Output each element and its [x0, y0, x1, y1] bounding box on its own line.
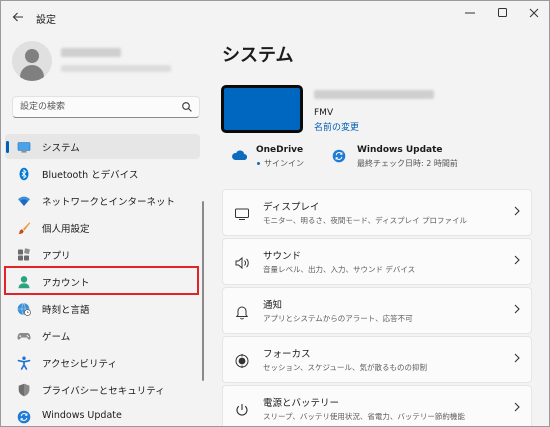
maximize-icon [498, 8, 507, 17]
sync-icon [17, 410, 31, 424]
apps-grid-icon [18, 248, 30, 261]
sound-card[interactable]: サウンド 音量レベル、出力、入力、サウンド デバイス [222, 238, 532, 285]
globe-clock-icon [17, 303, 31, 316]
card-subtitle: アプリとシステムからのアラート、応答不可 [263, 314, 413, 323]
close-button[interactable] [520, 4, 548, 22]
sidebar-item-accessibility[interactable]: アクセシビリティ [5, 350, 200, 375]
sync-icon [332, 149, 346, 163]
maximize-button[interactable] [489, 4, 517, 22]
card-title: 電源とバッテリー [263, 398, 340, 409]
card-title: フォーカス [263, 349, 311, 360]
chevron-right-icon [514, 402, 520, 412]
status-dot [257, 162, 260, 165]
minimize-icon [465, 12, 475, 14]
notifications-card[interactable]: 通知 アプリとシステムからのアラート、応答不可 [222, 287, 532, 334]
app-title: 設定 [36, 15, 56, 26]
sidebar-item-label: システム [42, 143, 80, 154]
account-email-redacted [61, 65, 171, 72]
sidebar-item-label: 時刻と言語 [42, 305, 90, 316]
sidebar-item-label: アクセシビリティ [42, 359, 117, 370]
sidebar-item-windows-update[interactable]: Windows Update [5, 404, 200, 426]
avatar[interactable] [12, 41, 52, 81]
card-subtitle: スリープ、バッテリ使用状況、省電力、バッテリー節約機能 [263, 412, 465, 421]
chevron-right-icon [514, 304, 520, 314]
page-title: システム [222, 45, 294, 66]
sidebar-item-gaming[interactable]: ゲーム [5, 323, 200, 348]
monitor-icon [17, 142, 31, 153]
card-subtitle: 音量レベル、出力、入力、サウンド デバイス [263, 265, 416, 274]
display-card[interactable]: ディスプレイ モニター、明るさ、夜間モード、ディスプレイ プロファイル [222, 189, 532, 236]
card-title: ディスプレイ [263, 202, 320, 213]
sidebar-item-label: 個人用設定 [42, 224, 90, 235]
power-icon [236, 404, 248, 416]
device-image [221, 85, 303, 133]
sidebar-item-label: ネットワークとインターネット [42, 197, 176, 208]
sidebar-item-time-language[interactable]: 時刻と言語 [5, 296, 200, 321]
speaker-icon [235, 256, 249, 270]
onedrive-status: サインイン [264, 159, 304, 168]
sidebar-item-privacy[interactable]: プライバシーとセキュリティ [5, 377, 200, 402]
card-title: 通知 [263, 300, 283, 311]
sidebar-item-apps[interactable]: アプリ [5, 242, 200, 267]
sidebar-item-label: ゲーム [42, 332, 71, 343]
gamepad-icon [17, 333, 31, 340]
cloud-icon [232, 150, 247, 161]
shield-icon [18, 383, 30, 397]
wifi-icon [18, 196, 30, 206]
search-box[interactable] [12, 96, 200, 118]
windows-update-title[interactable]: Windows Update [357, 145, 443, 155]
arrow-left-icon [12, 12, 23, 22]
search-input[interactable] [20, 100, 180, 114]
sidebar-item-personalization[interactable]: 個人用設定 [5, 215, 200, 240]
sidebar-item-bluetooth[interactable]: Bluetooth とデバイス [5, 161, 200, 186]
minimize-button[interactable] [456, 4, 484, 22]
close-icon [529, 8, 539, 18]
account-name-redacted [61, 48, 121, 57]
chevron-right-icon [514, 206, 520, 216]
card-title: サウンド [263, 251, 302, 262]
device-model: FMV [314, 108, 334, 118]
onedrive-title[interactable]: OneDrive [256, 145, 303, 155]
monitor-outline-icon [235, 208, 249, 220]
power-card[interactable]: 電源とバッテリー スリープ、バッテリ使用状況、省電力、バッテリー節約機能 [222, 385, 532, 426]
card-subtitle: モニター、明るさ、夜間モード、ディスプレイ プロファイル [263, 216, 467, 225]
back-button[interactable] [10, 9, 26, 25]
focus-icon [235, 354, 249, 368]
paintbrush-icon [18, 222, 31, 234]
sidebar-item-network[interactable]: ネットワークとインターネット [5, 188, 200, 213]
bluetooth-icon [19, 167, 29, 181]
chevron-right-icon [514, 255, 520, 265]
sidebar-scrollbar[interactable] [202, 201, 204, 381]
windows-update-status: 最終チェック日時: 2 時間前 [357, 159, 458, 168]
accounts-highlight-box [4, 266, 199, 295]
sidebar-item-label: プライバシーとセキュリティ [42, 386, 165, 397]
search-icon[interactable] [181, 101, 193, 113]
accessibility-icon [17, 356, 31, 370]
settings-window: 設定 システム Bluetooth とデバイス ネットワークとインターネット [0, 0, 550, 427]
rename-link[interactable]: 名前の変更 [314, 120, 359, 133]
card-subtitle: セッション、スケジュール、気が散るものの抑制 [263, 363, 428, 372]
title-bar: 設定 [1, 1, 549, 33]
device-name-redacted [314, 90, 434, 99]
focus-card[interactable]: フォーカス セッション、スケジュール、気が散るものの抑制 [222, 336, 532, 383]
bell-icon [235, 306, 249, 320]
sidebar-item-label: Windows Update [42, 410, 122, 421]
chevron-right-icon [514, 353, 520, 363]
sidebar-item-label: Bluetooth とデバイス [42, 170, 139, 181]
sidebar-item-system[interactable]: システム [5, 134, 200, 159]
sidebar-item-label: アプリ [42, 251, 71, 262]
